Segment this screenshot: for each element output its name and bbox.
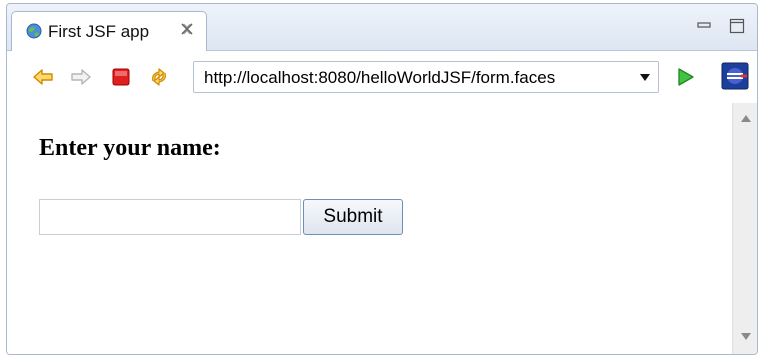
page-content: Enter your name: Submit [7,103,732,354]
stop-icon[interactable] [109,65,133,89]
submit-button[interactable]: Submit [303,199,403,235]
refresh-icon[interactable] [147,65,171,89]
globe-icon [26,23,42,39]
forward-arrow-icon[interactable] [69,65,93,89]
page-heading: Enter your name: [39,135,221,161]
minimize-icon[interactable] [697,18,711,32]
chevron-down-icon[interactable] [640,74,650,81]
url-field[interactable]: http://localhost:8080/helloWorldJSF/form… [193,61,659,93]
maximize-icon[interactable] [729,18,745,34]
browser-window: First JSF app http://localhost:8080/hell… [6,3,758,355]
close-icon[interactable] [180,22,194,36]
browser-icon[interactable] [721,62,749,90]
vertical-scrollbar[interactable] [732,103,757,354]
back-arrow-icon[interactable] [31,65,55,89]
name-input[interactable] [39,199,301,235]
browser-toolbar: http://localhost:8080/helloWorldJSF/form… [7,51,757,103]
scroll-down-icon[interactable] [741,333,751,340]
tab-first-jsf-app[interactable]: First JSF app [11,11,207,51]
scroll-up-icon[interactable] [741,115,751,122]
go-icon[interactable] [673,65,697,89]
tab-title: First JSF app [48,22,150,41]
url-text: http://localhost:8080/helloWorldJSF/form… [204,68,556,87]
title-bar: First JSF app [7,4,757,51]
